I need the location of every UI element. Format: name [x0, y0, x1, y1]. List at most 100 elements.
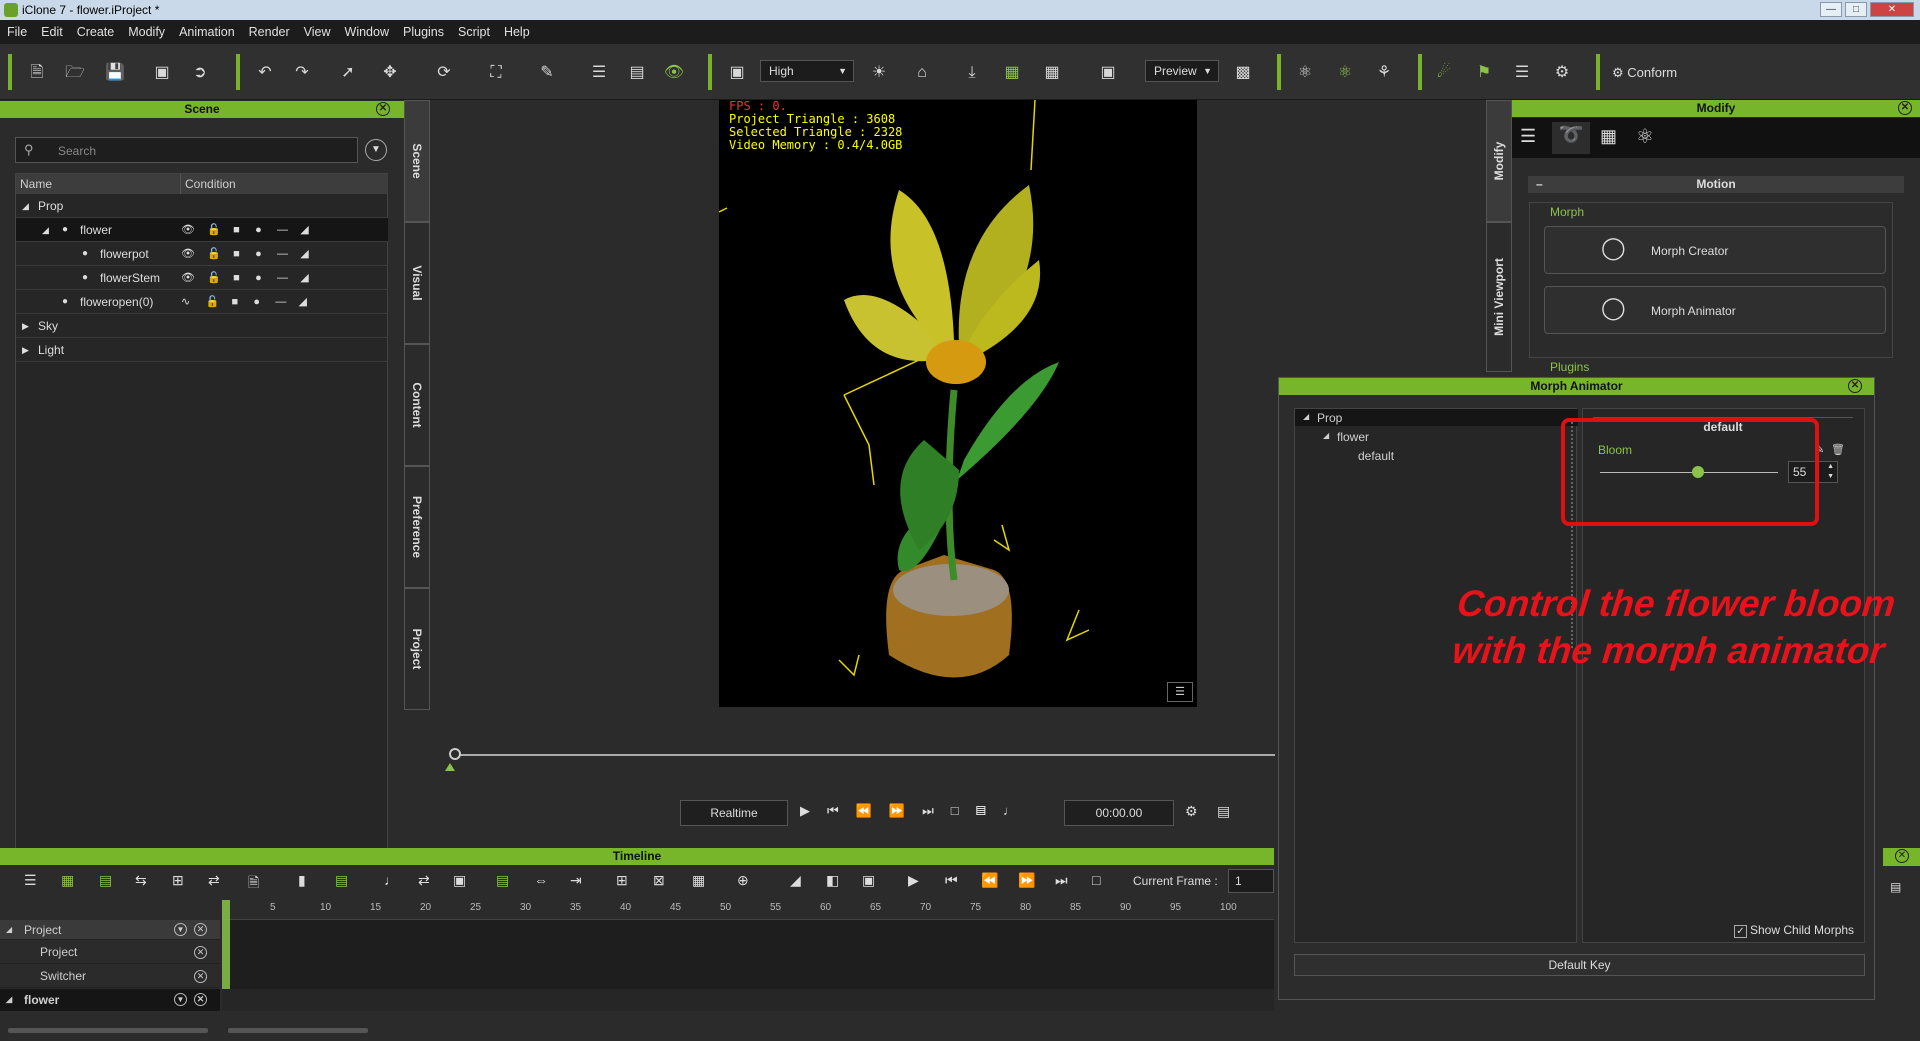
search-input[interactable]: ⚲ Search — [15, 137, 358, 163]
fit-icon[interactable]: ⇥ — [570, 872, 582, 889]
maximize-button[interactable]: □ — [1845, 2, 1867, 17]
time-display[interactable]: 00:00.00 — [1064, 800, 1174, 826]
conform-button[interactable]: ⚙ Conform — [1612, 62, 1677, 84]
download-icon[interactable]: ⤓ — [960, 62, 984, 84]
close-icon[interactable]: ✕ — [194, 970, 207, 983]
camera-icon[interactable]: ▩ — [1231, 62, 1255, 84]
layer-icon[interactable]: ▤ — [99, 872, 112, 889]
line-icon[interactable]: — — [275, 296, 286, 308]
menu-modify[interactable]: Modify — [121, 20, 172, 44]
settings-icon[interactable]: ⚙ — [1185, 803, 1198, 820]
grid-icon[interactable]: ▦ — [692, 872, 705, 889]
move-icon[interactable]: ✥ — [378, 62, 402, 84]
eye-icon[interactable]: 👁 — [181, 272, 195, 284]
menu-edit[interactable]: Edit — [34, 20, 70, 44]
next-frame-icon[interactable]: ⏩ — [889, 803, 922, 818]
note-icon[interactable]: 🗎 — [248, 872, 259, 896]
tree-row-flower[interactable]: ◢ flower — [1295, 428, 1578, 445]
crowd-icon[interactable]: ⚘ — [1372, 62, 1396, 84]
spin-arrows-icon[interactable]: ▲ ▼ — [1827, 462, 1834, 482]
layout-icon[interactable]: ▤ — [1217, 803, 1230, 820]
close-icon[interactable]: ✕ — [1898, 101, 1912, 115]
export-icon[interactable]: ▣ — [862, 872, 875, 889]
loop-mode-icon[interactable]: □ — [1092, 872, 1100, 888]
lock-icon[interactable]: 🔓 — [207, 224, 221, 236]
new-file-icon[interactable]: 🗎 — [25, 62, 49, 84]
preview-dropdown[interactable]: Preview ▼ — [1145, 60, 1219, 82]
sliders-icon[interactable]: ☰ — [1520, 126, 1536, 147]
insert-icon[interactable]: ⊞ — [616, 872, 628, 889]
close-icon[interactable]: ✕ — [194, 993, 207, 1006]
horizontal-scrollbar[interactable] — [8, 1028, 208, 1033]
undo-icon[interactable]: ↶ — [253, 62, 277, 84]
zoom-icon[interactable]: ⊕ — [737, 872, 749, 889]
chevron-down-icon[interactable]: ▼ — [174, 923, 187, 936]
menu-plugins[interactable]: Plugins — [396, 20, 451, 44]
menu-view[interactable]: View — [297, 20, 338, 44]
camera-view-icon[interactable]: ▣ — [1096, 62, 1120, 84]
lock-icon[interactable]: 🔓 — [207, 248, 221, 260]
gizmo-icon[interactable]: ▦ — [1040, 62, 1064, 84]
menu-animation[interactable]: Animation — [172, 20, 242, 44]
audio-icon[interactable]: ♩ — [1003, 803, 1033, 818]
range-icon[interactable]: ▤ — [335, 872, 348, 889]
settings-icon[interactable]: ⚙ — [1550, 62, 1574, 84]
next-frame-icon[interactable]: ⏩ — [1018, 872, 1035, 889]
menu-script[interactable]: Script — [451, 20, 497, 44]
cube-icon[interactable]: ■ — [231, 296, 238, 308]
resize-icon[interactable]: ⇔ — [534, 872, 548, 888]
shadow-icon[interactable]: ● — [255, 248, 262, 260]
lock-icon[interactable]: 🔓 — [206, 296, 220, 308]
first-frame-icon[interactable]: ⏮ — [945, 872, 958, 889]
line-icon[interactable]: — — [277, 272, 288, 284]
mesh-icon[interactable]: ◢ — [300, 272, 308, 284]
menu-help[interactable]: Help — [497, 20, 537, 44]
first-frame-icon[interactable]: ⏮ — [827, 803, 856, 818]
snap-icon[interactable]: ✎ — [535, 62, 559, 84]
menu-window[interactable]: Window — [338, 20, 396, 44]
3d-viewport[interactable]: FPS : 0. Project Triangle : 3608 Selecte… — [719, 100, 1197, 707]
chevron-down-icon[interactable]: ▼ — [174, 993, 187, 1006]
atom-icon[interactable]: ⚛ — [1636, 124, 1654, 149]
rotate-icon[interactable]: ⟳ — [432, 62, 456, 84]
loop-icon[interactable]: □ — [951, 803, 976, 818]
mirror-icon[interactable]: ◢ — [790, 872, 801, 889]
motion-icon[interactable]: ➰ — [1552, 122, 1590, 154]
audio-icon[interactable]: ♩ — [384, 872, 398, 888]
close-icon[interactable]: ✕ — [194, 946, 207, 959]
close-icon[interactable]: ✕ — [376, 102, 390, 116]
tree-row-prop[interactable]: ◢ Prop — [16, 194, 388, 218]
align-left-icon[interactable]: ☰ — [587, 62, 611, 84]
menu-create[interactable]: Create — [70, 20, 122, 44]
sync-icon[interactable]: ⇄ — [208, 872, 220, 889]
playback-slider[interactable] — [455, 754, 1275, 756]
physics-icon[interactable]: ⚛ — [1333, 62, 1357, 84]
shadow-icon[interactable]: ● — [253, 296, 260, 308]
play-icon[interactable]: ▶ — [908, 872, 919, 889]
path-icon[interactable]: ☄ — [1432, 62, 1456, 84]
last-frame-icon[interactable]: ⏭ — [1055, 872, 1068, 889]
flag-icon[interactable]: ⚑ — [1472, 62, 1496, 84]
tab-modify[interactable]: Modify — [1486, 100, 1512, 222]
script-icon[interactable]: ▣ — [453, 872, 466, 889]
print-icon[interactable]: ▤ — [1890, 880, 1901, 894]
open-folder-icon[interactable]: 🗁 — [63, 62, 87, 84]
select-arrow-icon[interactable]: ➚ — [336, 62, 360, 84]
prev-frame-icon[interactable]: ⏪ — [981, 872, 998, 889]
mesh-icon[interactable]: ◢ — [300, 248, 308, 260]
tree-row-default[interactable]: default — [1295, 447, 1578, 464]
marker-icon[interactable]: ▮ — [298, 872, 306, 889]
tab-content[interactable]: Content — [404, 344, 430, 466]
tree-row-light[interactable]: ▶ Light — [16, 338, 388, 362]
trash-icon[interactable]: 🗑 — [1831, 443, 1845, 456]
close-button[interactable]: ✕ — [1870, 2, 1914, 17]
tab-mini-viewport[interactable]: Mini Viewport — [1486, 222, 1512, 372]
tab-visual[interactable]: Visual — [404, 222, 430, 344]
filter-dropdown-icon[interactable]: ▼ — [365, 139, 387, 161]
checker-icon[interactable]: ▦ — [1600, 126, 1617, 147]
prev-frame-icon[interactable]: ⏪ — [856, 803, 889, 818]
motion-section-header[interactable]: – Motion — [1528, 176, 1904, 193]
shadow-icon[interactable]: ● — [255, 224, 262, 236]
mesh-icon[interactable]: ◢ — [300, 224, 308, 236]
track-project-group[interactable]: ◢ Project ▼ ✕ — [0, 920, 220, 940]
